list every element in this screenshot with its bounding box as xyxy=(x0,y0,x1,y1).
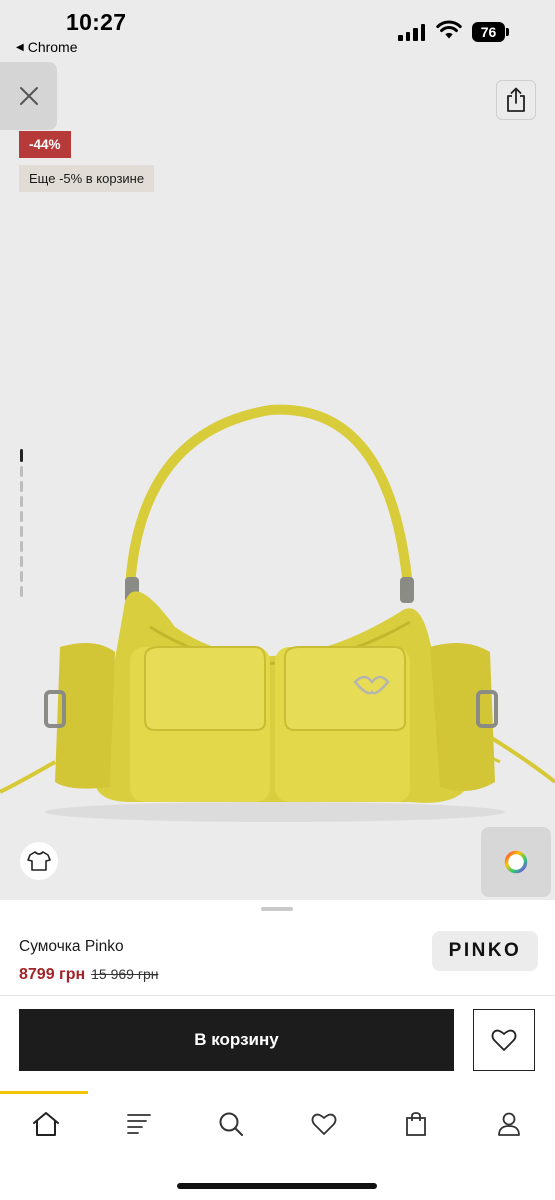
tab-catalog[interactable] xyxy=(93,1094,186,1154)
product-sheet: Сумочка Pinko 8799 грн 15 969 грн PINKO … xyxy=(0,900,555,1200)
sheet-handle[interactable] xyxy=(261,907,293,911)
home-indicator xyxy=(177,1183,377,1189)
favorite-button[interactable] xyxy=(473,1009,535,1071)
divider xyxy=(0,995,555,996)
bottom-tab-bar xyxy=(0,1094,555,1154)
share-button[interactable] xyxy=(496,80,536,120)
battery-level: 76 xyxy=(472,22,505,42)
back-to-app-link[interactable]: ◀ Chrome xyxy=(16,39,78,55)
brand-logo[interactable]: PINKO xyxy=(432,931,538,971)
tab-cart[interactable] xyxy=(370,1094,463,1154)
product-photo xyxy=(0,404,555,822)
search-icon xyxy=(219,1112,244,1136)
tab-favorites[interactable] xyxy=(278,1094,371,1154)
back-arrow-icon: ◀ xyxy=(16,41,24,53)
status-bar: 10:27 ◀ Chrome 76 xyxy=(0,0,555,62)
color-picker-button[interactable] xyxy=(481,827,551,897)
back-app-label: Chrome xyxy=(27,39,78,55)
menu-icon xyxy=(126,1114,151,1134)
outfit-button[interactable] xyxy=(20,842,58,880)
add-to-cart-button[interactable]: В корзину xyxy=(19,1009,454,1071)
heart-icon xyxy=(491,1029,517,1051)
tab-search[interactable] xyxy=(185,1094,278,1154)
home-icon xyxy=(33,1112,60,1136)
current-price: 8799 грн xyxy=(19,966,86,983)
status-time: 10:27 xyxy=(66,9,127,35)
battery-icon: 76 xyxy=(472,22,509,42)
old-price: 15 969 грн xyxy=(91,966,159,982)
price-row: 8799 грн 15 969 грн xyxy=(19,966,158,984)
tab-home[interactable] xyxy=(0,1094,93,1154)
share-icon xyxy=(507,87,525,112)
bag-icon xyxy=(406,1112,427,1136)
wifi-icon xyxy=(436,20,462,39)
heart-icon xyxy=(311,1113,337,1135)
tshirt-icon xyxy=(27,851,51,871)
tab-profile[interactable] xyxy=(463,1094,555,1154)
product-gallery[interactable]: -44% Еще -5% в корзине xyxy=(0,62,555,900)
color-wheel-icon xyxy=(504,850,528,874)
discount-badge: -44% xyxy=(19,131,71,158)
product-name: Сумочка Pinko xyxy=(19,938,124,955)
close-button[interactable] xyxy=(0,62,57,130)
profile-icon xyxy=(497,1112,520,1136)
cellular-signal-icon xyxy=(398,24,425,41)
close-icon xyxy=(19,87,38,105)
extra-discount-badge: Еще -5% в корзине xyxy=(19,165,155,192)
